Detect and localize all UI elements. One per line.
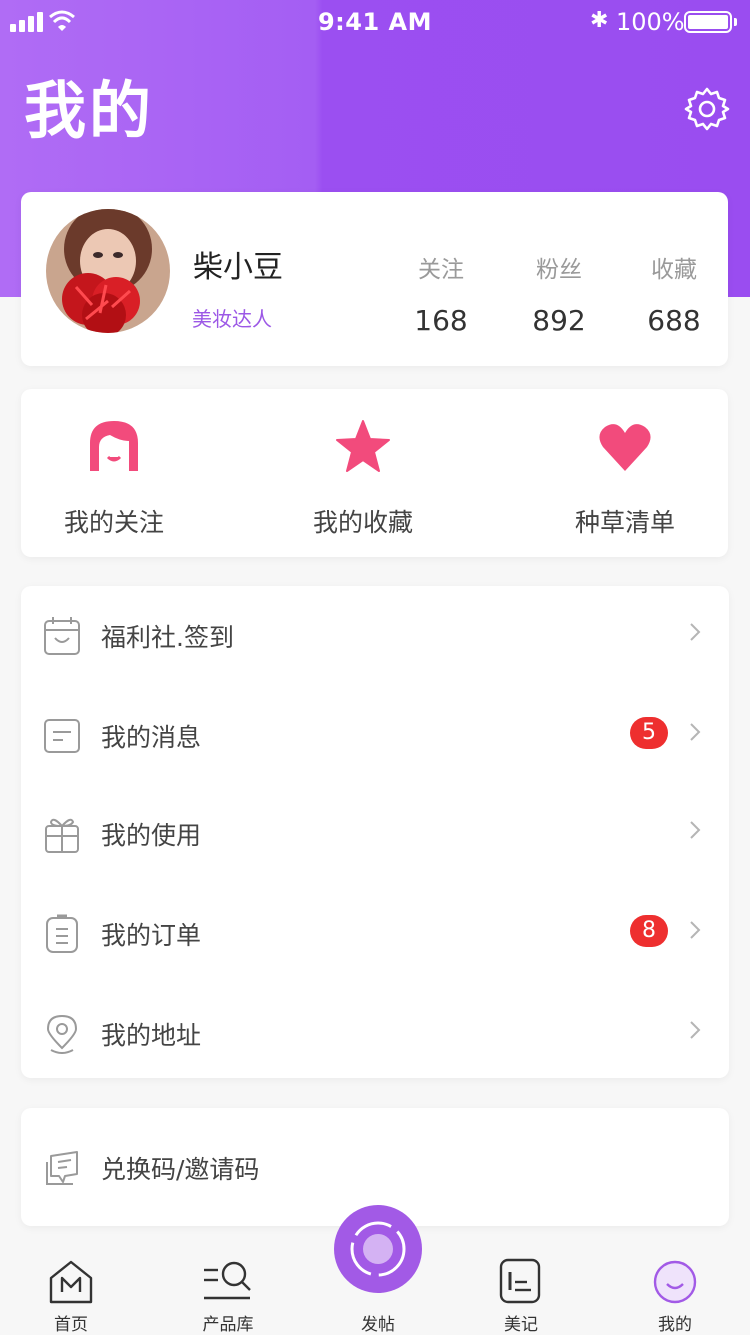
menu-label: 福利社.签到 (101, 623, 234, 652)
star-icon (336, 420, 390, 472)
home-icon (49, 1260, 93, 1304)
unread-badge: 5 (630, 717, 668, 749)
clipboard-icon (46, 914, 78, 953)
stat-favorites[interactable]: 收藏 688 (619, 250, 729, 337)
page-title: 我的 (24, 74, 155, 147)
location-pin-icon (46, 1014, 78, 1054)
calendar-icon (44, 617, 80, 655)
notes-icon (499, 1258, 541, 1304)
quick-links-card: 我的关注 我的收藏 种草清单 (21, 389, 728, 557)
gear-icon[interactable] (684, 86, 730, 132)
tab-label: 美记 (504, 1315, 538, 1335)
heart-icon (599, 424, 651, 471)
profile-icon (653, 1260, 697, 1304)
quick-link-label: 种草清单 (574, 508, 675, 537)
menu-row-messages[interactable]: 我的消息 5 (21, 686, 729, 784)
bluetooth-icon: ✱ (590, 8, 609, 33)
menu-label: 兑换码/邀请码 (101, 1155, 260, 1184)
user-tag: 美妆达人 (192, 307, 272, 331)
stat-fans[interactable]: 粉丝 892 (504, 250, 614, 337)
stat-following[interactable]: 关注 168 (386, 250, 496, 337)
stat-label: 收藏 (651, 257, 697, 283)
avatar-image (46, 209, 170, 333)
menu-card: 福利社.签到 我的消息 5 我的使用 我的订单 8 我的地址 (21, 586, 729, 1078)
chevron-right-icon (690, 1021, 701, 1039)
menu-label: 我的订单 (101, 921, 202, 950)
battery-icon (684, 11, 732, 33)
menu-label: 我的地址 (101, 1021, 202, 1050)
unread-badge: 8 (630, 915, 668, 947)
tab-label: 我的 (658, 1315, 692, 1335)
message-icon (44, 719, 80, 753)
chevron-right-icon (690, 623, 701, 641)
battery-tip (734, 18, 737, 26)
status-bar: 9:41 AM ✱ 100% (0, 0, 750, 44)
chevron-right-icon (690, 723, 701, 741)
tab-label: 首页 (54, 1315, 88, 1335)
stat-label: 粉丝 (536, 257, 582, 283)
post-icon (350, 1221, 406, 1277)
quick-link-label: 我的关注 (63, 508, 164, 537)
profile-card[interactable]: 柴小豆 美妆达人 关注 168 粉丝 892 收藏 688 (21, 192, 728, 366)
avatar[interactable] (46, 209, 170, 333)
girl-face-icon (90, 421, 138, 471)
menu-label: 我的使用 (101, 821, 202, 850)
stat-value: 168 (414, 304, 468, 337)
chevron-right-icon (690, 921, 701, 939)
menu-row-orders[interactable]: 我的订单 8 (21, 884, 729, 982)
gift-icon (45, 818, 79, 853)
username: 柴小豆 (193, 250, 283, 285)
tab-label: 产品库 (202, 1315, 254, 1335)
stat-value: 892 (532, 304, 586, 337)
menu-label: 我的消息 (101, 723, 202, 752)
chevron-right-icon (690, 821, 701, 839)
menu-row-redeem[interactable]: 兑换码/邀请码 (21, 1118, 729, 1216)
quick-link-label: 我的收藏 (312, 508, 413, 537)
post-button[interactable] (334, 1205, 422, 1293)
ticket-icon (46, 1151, 78, 1185)
tab-label: 发帖 (361, 1315, 395, 1335)
battery-percent: 100% (616, 8, 685, 36)
stat-value: 688 (647, 304, 701, 337)
stat-label: 关注 (418, 257, 464, 283)
menu-row-usage[interactable]: 我的使用 (21, 784, 729, 882)
menu-row-checkin[interactable]: 福利社.签到 (21, 586, 729, 684)
menu-row-address[interactable]: 我的地址 (21, 984, 729, 1082)
product-search-icon (204, 1261, 251, 1300)
